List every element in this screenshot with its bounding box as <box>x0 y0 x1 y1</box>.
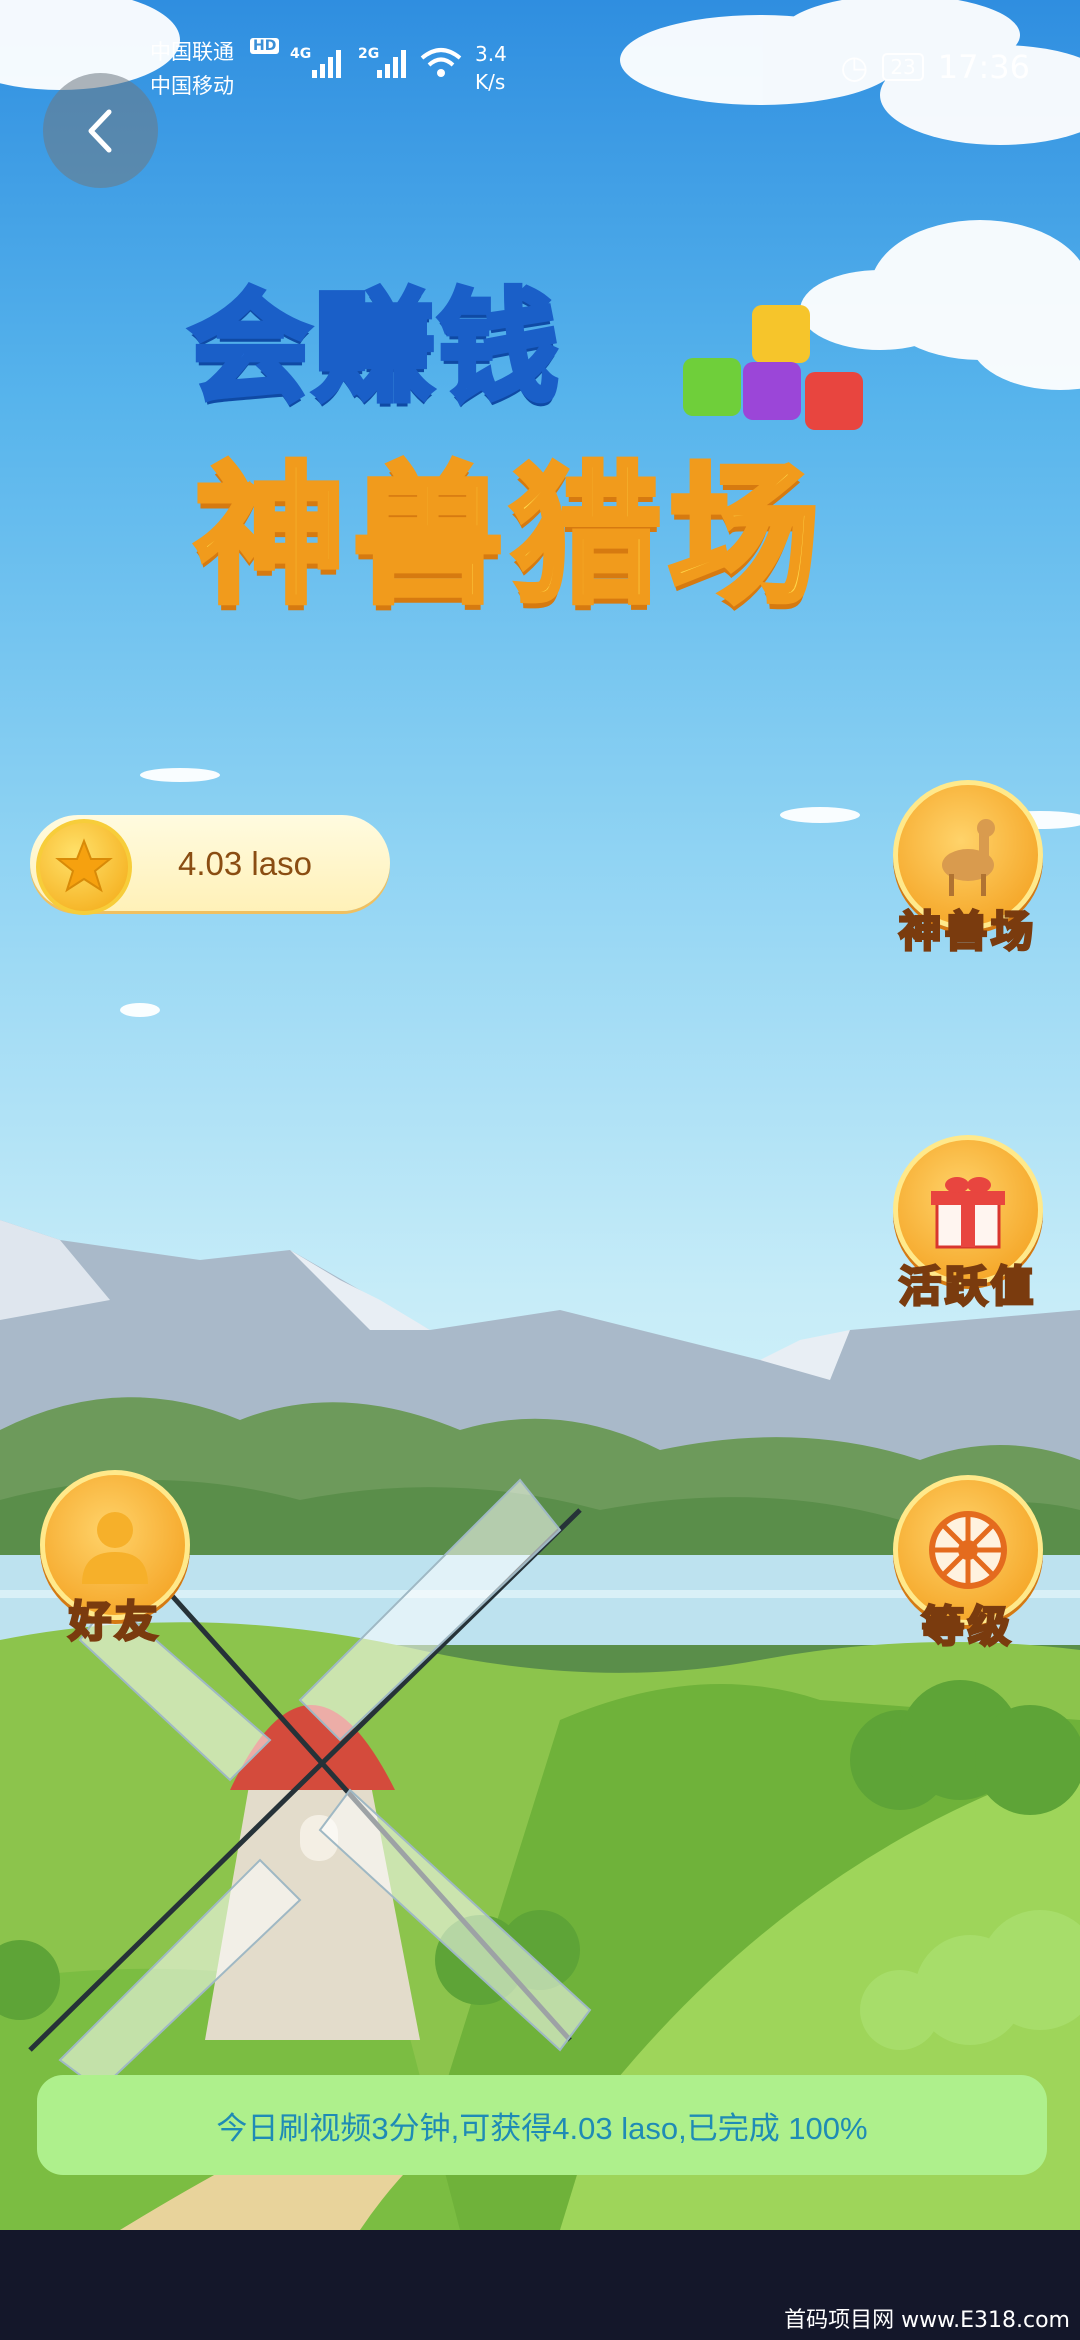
game-title-line1: 会赚钱 <box>187 276 562 421</box>
alarm-icon: ◷ <box>840 48 869 86</box>
carrier-2: 中国移动 <box>150 74 234 98</box>
game-title-line2: 神兽猎场 <box>192 447 828 627</box>
network-speed: 3.4 K/s <box>475 40 507 96</box>
star-coin-icon <box>36 819 132 915</box>
activity-button[interactable]: 活跃值 <box>888 1135 1048 1314</box>
beast-field-label: 神兽场 <box>897 906 1037 958</box>
signal-icon <box>377 50 406 78</box>
network-1-label: 4G <box>290 46 312 62</box>
watermark: 首码项目网 www.E318.com <box>784 2308 1070 2333</box>
activity-label: 活跃值 <box>897 1261 1037 1313</box>
signal-icon <box>312 50 341 78</box>
daily-progress-text: 今日刷视频3分钟,可获得4.03 laso,已完成 100% <box>216 2110 868 2146</box>
back-arrow-icon <box>88 109 111 152</box>
balance-pill: 4.03 laso <box>30 815 390 915</box>
hd-badge: HD <box>250 38 280 54</box>
friends-label: 好友 <box>67 1596 161 1648</box>
system-indicators: ◷ 23 17:36 <box>840 48 1030 86</box>
level-label: 等级 <box>920 1601 1014 1653</box>
system-navigation-bar: 首码项目网 www.E318.com <box>0 2230 1080 2340</box>
speed-unit: K/s <box>475 70 506 94</box>
status-bar: 中国联通 中国移动 HD 4G 2G 3.4 K/s ◷ 23 17:36 <box>0 0 1080 110</box>
battery-icon: 23 <box>882 53 924 81</box>
balance-value: 4.03 laso <box>178 845 312 882</box>
game-scene: 中国联通 中国移动 HD 4G 2G 3.4 K/s ◷ 23 17:36 会赚… <box>0 0 1080 2230</box>
daily-progress-banner: 今日刷视频3分钟,可获得4.03 laso,已完成 100% <box>37 2075 1047 2175</box>
carrier-1: 中国联通 <box>150 40 234 64</box>
beast-field-button[interactable]: 神兽场 <box>888 780 1048 959</box>
back-button[interactable] <box>43 73 158 188</box>
clock: 17:36 <box>937 48 1030 86</box>
friends-button[interactable]: 好友 <box>35 1470 195 1649</box>
speed-value: 3.4 <box>475 42 507 66</box>
level-button[interactable]: 等级 <box>888 1475 1048 1654</box>
wifi-icon <box>420 48 462 77</box>
